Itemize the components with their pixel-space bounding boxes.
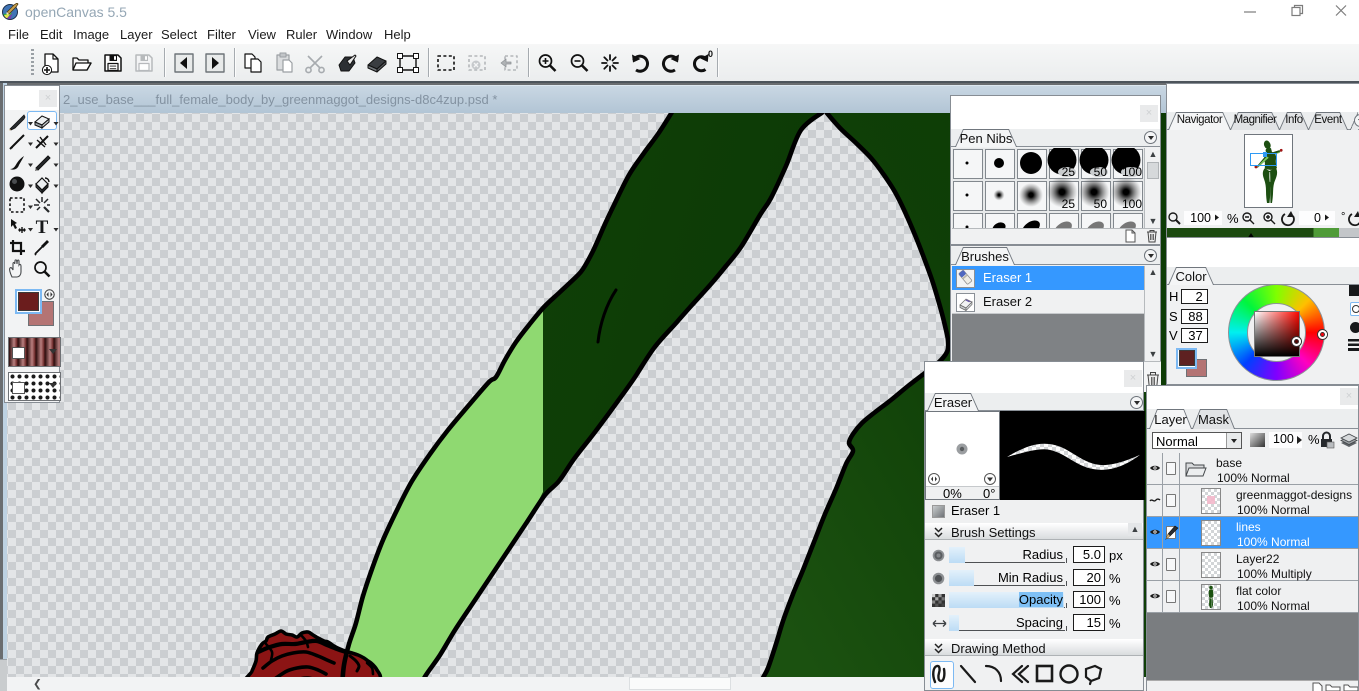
svg-text:25: 25 bbox=[1062, 197, 1076, 211]
svg-text:°: ° bbox=[1341, 211, 1345, 223]
svg-text:50: 50 bbox=[1094, 197, 1108, 211]
svg-text:T: T bbox=[36, 217, 49, 238]
svg-text:100: 100 bbox=[1122, 197, 1142, 211]
svg-text:0: 0 bbox=[708, 49, 713, 59]
svg-text:0: 0 bbox=[1314, 211, 1321, 225]
svg-text:100: 100 bbox=[1190, 211, 1211, 225]
svg-text:%: % bbox=[1227, 211, 1239, 226]
